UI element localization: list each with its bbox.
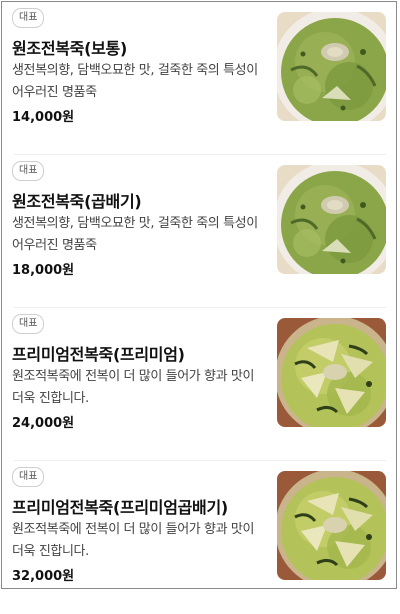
signature-badge: 대표 [12, 467, 45, 487]
menu-item[interactable]: 대표 프리미엄전복죽(프리미엄) 원조적복죽에 전복이 더 많이 들어가 향과 … [2, 308, 398, 461]
menu-item-description: 생전복의향, 담백오묘한 맛, 걸죽한 죽의 특성이 어우러진 명품죽 [12, 63, 258, 100]
menu-frame: 대표 원조전복죽(보통) 생전복의향, 담백오묘한 맛, 걸죽한 죽의 특성이 … [1, 1, 397, 589]
menu-item-price: 24,000원 [12, 416, 75, 431]
abalone-porridge-photo [277, 165, 386, 274]
menu-item-price: 32,000원 [12, 569, 75, 584]
menu-item-description: 원조적복죽에 전복이 더 많이 들어가 향과 맛이 더욱 진합니다. [12, 522, 255, 559]
menu-item[interactable]: 대표 원조전복죽(보통) 생전복의향, 담백오묘한 맛, 걸죽한 죽의 특성이 … [2, 2, 398, 155]
signature-badge: 대표 [12, 8, 45, 28]
signature-badge: 대표 [12, 314, 45, 334]
premium-abalone-porridge-photo [277, 318, 386, 427]
signature-badge: 대표 [12, 161, 45, 181]
abalone-porridge-photo [277, 12, 386, 121]
premium-abalone-porridge-photo [277, 471, 386, 580]
menu-item-name: 원조전복죽(곱배기) [12, 192, 142, 211]
menu-item-price: 14,000원 [12, 110, 75, 125]
menu-item-name: 원조전복죽(보통) [12, 39, 127, 58]
menu-item-name: 프리미엄전복죽(프리미엄) [12, 345, 185, 364]
menu-item-price: 18,000원 [12, 263, 75, 278]
menu-item[interactable]: 대표 원조전복죽(곱배기) 생전복의향, 담백오묘한 맛, 걸죽한 죽의 특성이… [2, 155, 398, 308]
menu-item-name: 프리미엄전복죽(프리미엄곱배기) [12, 498, 228, 517]
menu-item[interactable]: 대표 프리미엄전복죽(프리미엄곱배기) 원조적복죽에 전복이 더 많이 들어가 … [2, 461, 398, 614]
menu-item-description: 원조적복죽에 전복이 더 많이 들어가 향과 맛이 더욱 진합니다. [12, 369, 255, 406]
menu-item-description: 생전복의향, 담백오묘한 맛, 걸죽한 죽의 특성이 어우러진 명품죽 [12, 216, 258, 253]
